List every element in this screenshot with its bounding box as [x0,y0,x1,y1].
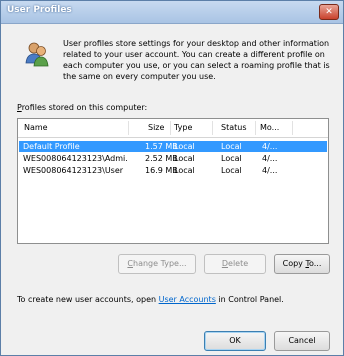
column-divider[interactable] [128,121,129,135]
column-header-size[interactable]: Size [148,123,164,132]
column-header-status[interactable]: Status [221,123,247,132]
profiles-list[interactable]: Name Size Type Status Mo... Default Prof… [17,118,329,244]
profile-name: WES008064123123\User [23,166,124,175]
table-row[interactable]: WES008064123123\Admi... 2.52 MB Local Lo… [19,153,327,164]
cancel-button[interactable]: Cancel [274,331,330,351]
change-type-button[interactable]: Change Type... [118,254,196,274]
profiles-list-label: Profiles stored on this computer: [17,103,148,112]
column-divider[interactable] [292,121,293,135]
user-accounts-link[interactable]: User Accounts [159,295,216,304]
close-icon: ✕ [325,7,333,17]
column-header-name[interactable]: Name [24,123,48,132]
close-button[interactable]: ✕ [319,4,339,20]
column-divider[interactable] [212,121,213,135]
column-header-type[interactable]: Type [174,123,192,132]
profile-modified: 4/... [262,154,278,163]
profile-modified: 4/... [262,166,278,175]
profile-name: WES008064123123\Admi... [23,154,127,163]
profile-status: Local [221,166,242,175]
column-divider[interactable] [255,121,256,135]
table-row[interactable]: Default Profile 1.57 MB Local Local 4/..… [19,141,327,152]
copy-to-button[interactable]: Copy To... [274,254,330,274]
user-profiles-dialog: User Profiles ✕ User profiles store sett… [0,0,344,356]
footer-text: To create new user accounts, open User A… [17,295,284,304]
table-row[interactable]: WES008064123123\User 16.9 MB Local Local… [19,165,327,176]
column-header-modified[interactable]: Mo... [260,123,279,132]
profile-type: Local [174,142,195,151]
profile-size: 16.9 MB [145,166,178,175]
column-divider[interactable] [170,121,171,135]
profile-type: Local [174,166,195,175]
list-header: Name Size Type Status Mo... [18,119,328,138]
profile-type: Local [174,154,195,163]
profile-size: 2.52 MB [145,154,178,163]
users-icon [25,42,49,67]
profile-name: Default Profile [23,142,80,151]
window-title: User Profiles [7,5,72,15]
description-text: User profiles store settings for your de… [63,39,330,81]
delete-button[interactable]: Delete [204,254,266,274]
profile-size: 1.57 MB [145,142,178,151]
profile-modified: 4/... [262,142,278,151]
title-bar: User Profiles ✕ [1,1,343,24]
profile-status: Local [221,142,242,151]
ok-button[interactable]: OK [204,331,266,351]
profile-status: Local [221,154,242,163]
